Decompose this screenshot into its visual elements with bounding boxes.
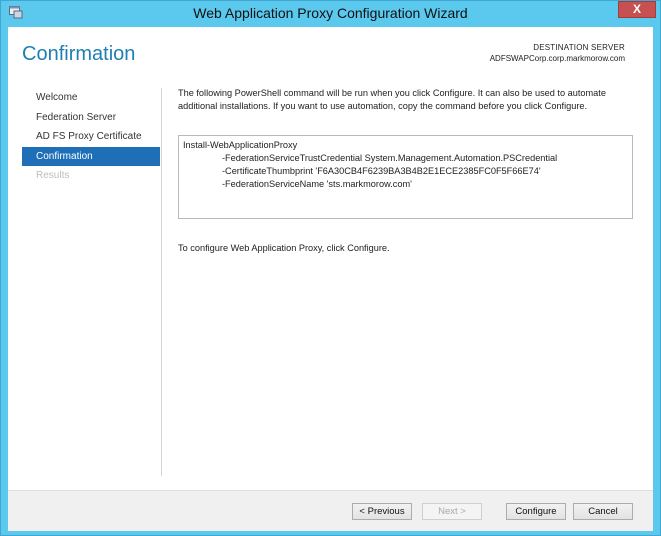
powershell-command-box[interactable]: Install-WebApplicationProxy -FederationS… [178, 135, 633, 219]
nav-item-ad-fs-proxy-certificate[interactable]: AD FS Proxy Certificate [22, 127, 160, 147]
nav-item-federation-server[interactable]: Federation Server [22, 108, 160, 128]
configure-button[interactable]: Configure [506, 503, 566, 520]
close-icon: X [632, 2, 641, 16]
command-line: Install-WebApplicationProxy [183, 140, 298, 150]
command-line: -CertificateThumbprint 'F6A30CB4F6239BA3… [222, 166, 541, 176]
wizard-footer: < Previous Next > Configure Cancel [8, 490, 653, 531]
command-line: -FederationServiceTrustCredential System… [222, 153, 558, 163]
confirmation-description: The following PowerShell command will be… [178, 88, 606, 111]
previous-button[interactable]: < Previous [352, 503, 412, 520]
next-button: Next > [422, 503, 482, 520]
window-title: Web Application Proxy Configuration Wiza… [193, 5, 468, 21]
page-title: Confirmation [22, 43, 136, 65]
title-bar[interactable]: Web Application Proxy Configuration Wiza… [1, 1, 660, 27]
nav-item-confirmation[interactable]: Confirmation [22, 146, 160, 166]
command-line: -FederationServiceName 'sts.markmorow.co… [222, 179, 412, 189]
destination-server-value: ADFSWAPCorp.corp.markmorow.com [489, 54, 625, 63]
nav-divider [161, 88, 162, 476]
wizard-nav: Welcome Federation Server AD FS Proxy Ce… [22, 88, 160, 186]
nav-item-results: Results [36, 170, 70, 181]
configure-hint: To configure Web Application Proxy, clic… [178, 243, 390, 253]
cancel-button[interactable]: Cancel [573, 503, 633, 520]
wizard-window: Web Application Proxy Configuration Wiza… [0, 0, 661, 536]
destination-server-label: DESTINATION SERVER [533, 43, 625, 52]
wizard-content: Confirmation DESTINATION SERVER ADFSWAPC… [8, 27, 653, 531]
close-button[interactable]: X [618, 1, 656, 18]
nav-item-welcome[interactable]: Welcome [22, 88, 160, 108]
